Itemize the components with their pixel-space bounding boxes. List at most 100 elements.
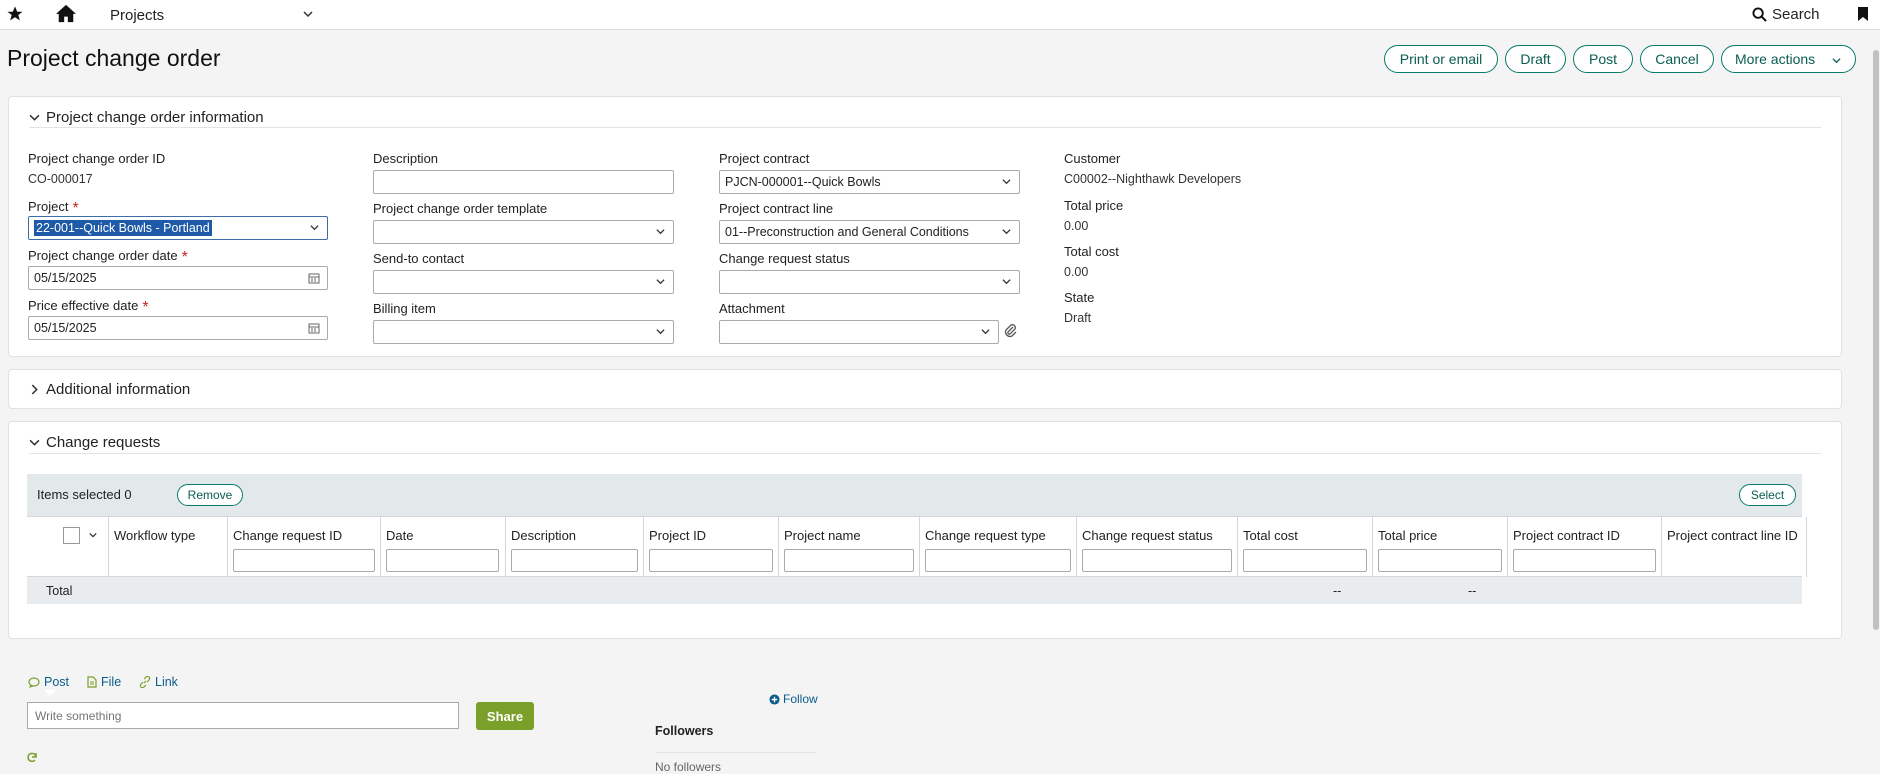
- column-project-name[interactable]: Project name: [779, 517, 920, 577]
- feed-tab-link[interactable]: Link: [139, 675, 178, 689]
- column-total-cost[interactable]: Total cost: [1238, 517, 1373, 577]
- module-selector[interactable]: Projects: [110, 7, 164, 24]
- draft-button[interactable]: Draft: [1505, 45, 1566, 73]
- chevron-down-icon: [656, 279, 665, 285]
- followers-title: Followers: [655, 724, 714, 738]
- search-label: Search: [1772, 6, 1820, 23]
- bookmark-icon[interactable]: [1857, 6, 1869, 25]
- search-button[interactable]: Search: [1752, 6, 1820, 23]
- more-actions-button[interactable]: More actions: [1721, 45, 1856, 73]
- items-selected-count: Items selected 0: [37, 487, 132, 502]
- calendar-icon[interactable]: [308, 272, 320, 284]
- filter-input[interactable]: [1243, 549, 1367, 572]
- total-price-label: Total price: [1064, 198, 1124, 213]
- more-actions-label: More actions: [1735, 51, 1816, 67]
- price-date-value: 05/15/2025: [34, 321, 97, 335]
- post-button[interactable]: Post: [1573, 45, 1633, 73]
- column-workflow-type[interactable]: Workflow type: [109, 517, 228, 577]
- change-requests-grid: Items selected 0 Remove Select Workflow …: [27, 474, 1807, 604]
- section-header-additional[interactable]: Additional information: [29, 381, 190, 398]
- description-field[interactable]: [373, 170, 674, 194]
- contract-line-field[interactable]: 01--Preconstruction and General Conditio…: [719, 220, 1020, 244]
- price-date-field[interactable]: 05/15/2025: [28, 316, 328, 340]
- project-contract-value: PJCN-000001--Quick Bowls: [725, 175, 881, 189]
- star-icon[interactable]: [6, 5, 24, 26]
- column-project-contract-id[interactable]: Project contract ID: [1508, 517, 1662, 577]
- refresh-icon[interactable]: [26, 752, 38, 767]
- send-to-contact-label: Send-to contact: [373, 251, 465, 266]
- column-description[interactable]: Description: [506, 517, 644, 577]
- section-title: Project change order information: [46, 109, 264, 126]
- project-field[interactable]: 22-001--Quick Bowls - Portland: [28, 216, 328, 240]
- billing-item-label: Billing item: [373, 301, 436, 316]
- change-request-status-field[interactable]: [719, 270, 1020, 294]
- chevron-down-icon: [310, 225, 319, 231]
- grid-toolbar: Items selected 0 Remove Select: [27, 474, 1802, 516]
- section-header-change-requests[interactable]: Change requests: [29, 434, 160, 451]
- paperclip-icon[interactable]: [1003, 323, 1017, 342]
- file-icon: [87, 676, 97, 688]
- column-project-contract-line-id[interactable]: Project contract line ID: [1662, 517, 1807, 577]
- grid-header: Workflow type Change request ID Date Des…: [27, 516, 1807, 577]
- column-change-request-id[interactable]: Change request ID: [228, 517, 381, 577]
- calendar-icon[interactable]: [308, 322, 320, 334]
- post-input[interactable]: [27, 702, 459, 729]
- feed-tab-file[interactable]: File: [87, 675, 121, 689]
- filter-input[interactable]: [233, 549, 375, 572]
- send-to-contact-field[interactable]: [373, 270, 674, 294]
- change-order-info-panel: Project change order information Project…: [8, 96, 1842, 357]
- section-header-info[interactable]: Project change order information: [29, 109, 264, 126]
- filter-input[interactable]: [784, 549, 914, 572]
- scrollbar-thumb[interactable]: [1873, 50, 1879, 630]
- project-value: 22-001--Quick Bowls - Portland: [34, 220, 212, 236]
- print-or-email-button[interactable]: Print or email: [1384, 45, 1498, 73]
- additional-info-panel: Additional information: [8, 369, 1842, 409]
- chevron-down-icon: [1832, 58, 1841, 64]
- page-scrollbar[interactable]: [1872, 40, 1880, 774]
- billing-item-field[interactable]: [373, 320, 674, 344]
- chevron-down-icon: [981, 329, 990, 335]
- filter-input[interactable]: [386, 549, 499, 572]
- attachment-field[interactable]: [719, 320, 999, 344]
- state-label: State: [1064, 290, 1095, 305]
- chevron-down-icon[interactable]: [303, 7, 313, 22]
- co-date-label: Project change order date *: [28, 248, 188, 266]
- total-price-sum: --: [1468, 584, 1477, 598]
- home-icon[interactable]: [55, 3, 77, 26]
- filter-input[interactable]: [1513, 549, 1656, 572]
- cancel-button[interactable]: Cancel: [1640, 45, 1714, 73]
- section-title: Additional information: [46, 381, 191, 398]
- filter-input[interactable]: [1082, 549, 1232, 572]
- follow-button[interactable]: Follow: [769, 692, 818, 706]
- no-followers-text: No followers: [655, 760, 722, 774]
- chevron-down-icon[interactable]: [89, 531, 97, 539]
- share-button[interactable]: Share: [476, 702, 534, 730]
- top-bar: Projects Search: [0, 0, 1880, 30]
- chevron-down-icon: [656, 329, 665, 335]
- tab-indicator: [44, 690, 56, 696]
- column-project-id[interactable]: Project ID: [644, 517, 779, 577]
- select-button[interactable]: Select: [1739, 484, 1796, 506]
- filter-input[interactable]: [1378, 549, 1502, 572]
- column-change-request-type[interactable]: Change request type: [920, 517, 1077, 577]
- customer-value: C00002--Nighthawk Developers: [1064, 172, 1242, 186]
- column-total-price[interactable]: Total price: [1373, 517, 1508, 577]
- total-cost-sum: --: [1333, 584, 1342, 598]
- project-contract-label: Project contract: [719, 151, 810, 166]
- project-contract-field[interactable]: PJCN-000001--Quick Bowls: [719, 170, 1020, 194]
- remove-button[interactable]: Remove: [177, 484, 243, 506]
- filter-input[interactable]: [649, 549, 773, 572]
- template-field[interactable]: [373, 220, 674, 244]
- chevron-down-icon: [29, 114, 40, 121]
- divider: [29, 453, 1821, 454]
- chevron-down-icon: [1002, 229, 1011, 235]
- feed-tab-post[interactable]: Post: [28, 675, 69, 689]
- filter-input[interactable]: [511, 549, 638, 572]
- column-date[interactable]: Date: [381, 517, 506, 577]
- column-change-request-status[interactable]: Change request status: [1077, 517, 1238, 577]
- co-date-field[interactable]: 05/15/2025: [28, 266, 328, 290]
- filter-input[interactable]: [925, 549, 1071, 572]
- section-title: Change requests: [46, 434, 161, 451]
- divider: [655, 752, 817, 753]
- chevron-down-icon: [656, 229, 665, 235]
